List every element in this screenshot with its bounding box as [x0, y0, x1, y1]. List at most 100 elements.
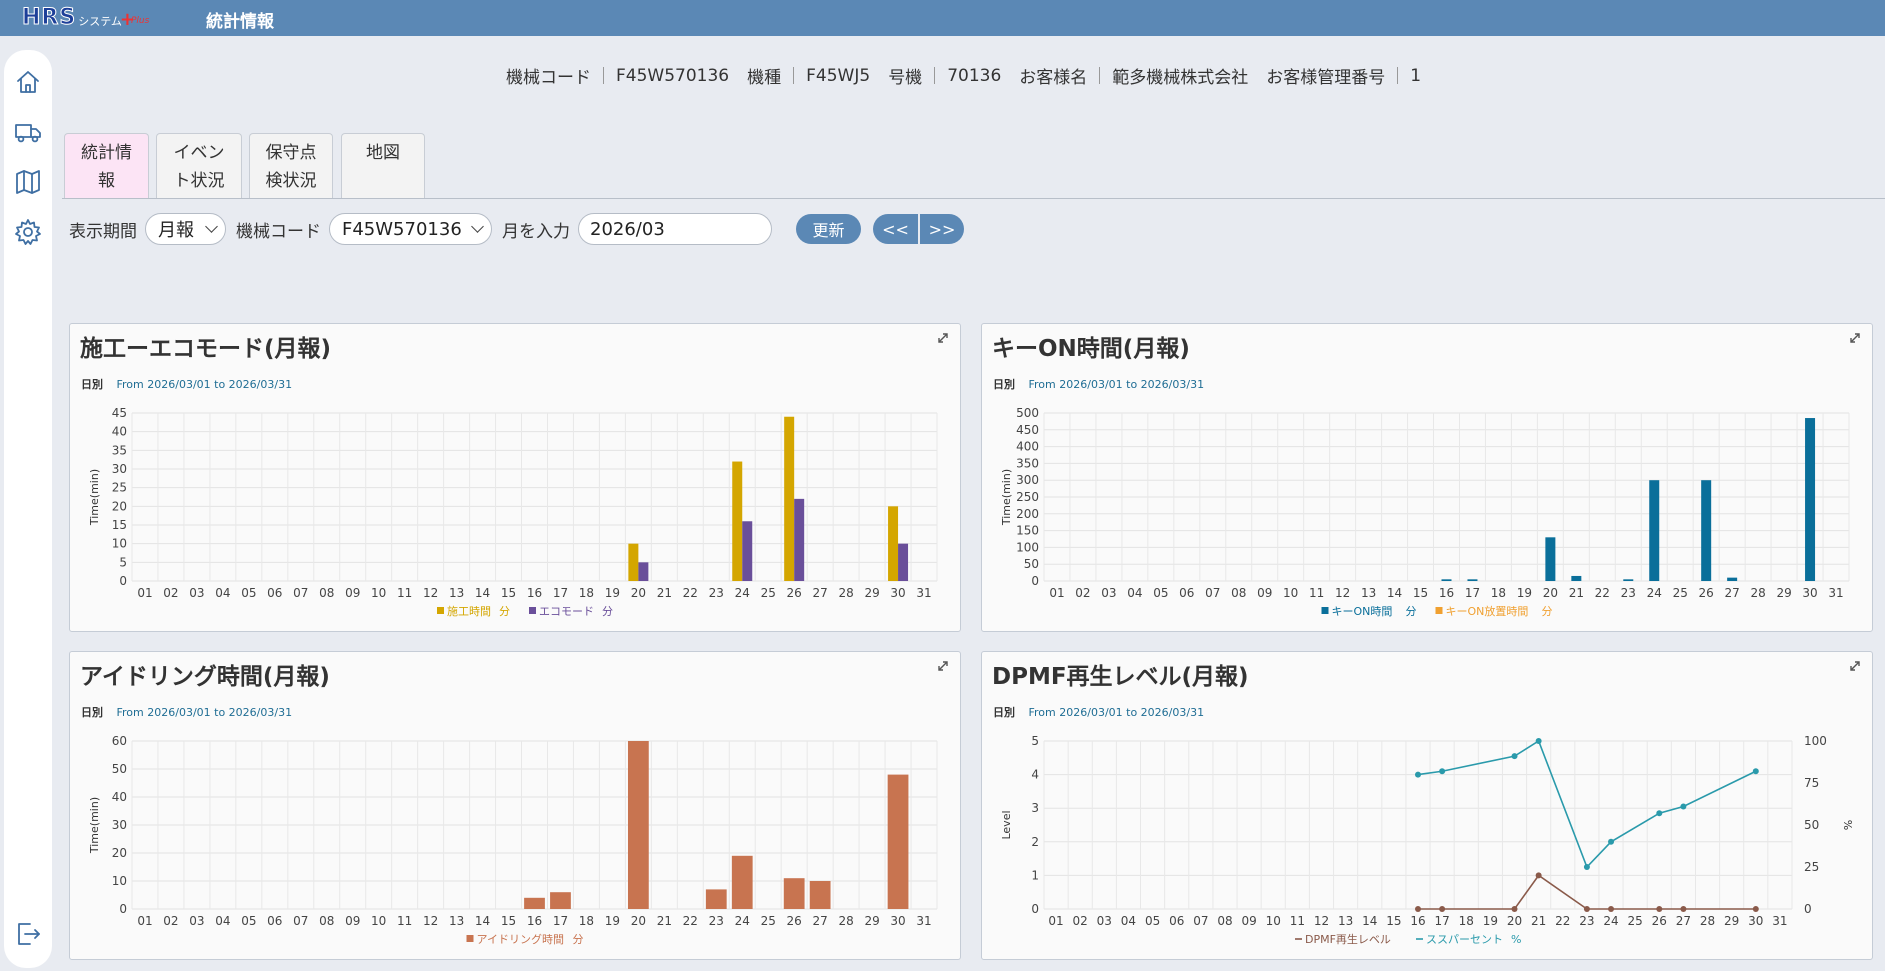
bar [705, 889, 727, 909]
x-tick-label: 01 [1049, 586, 1064, 600]
month-input[interactable]: 2026/03 [578, 213, 772, 245]
tab-maintenance[interactable]: 保守点 検状況 [249, 133, 333, 199]
bar [1701, 480, 1712, 581]
tab-label: ト状況 [173, 171, 225, 191]
y-tick-label: 50 [1024, 557, 1039, 571]
x-tick-label: 31 [1772, 914, 1787, 928]
y-tick-label: 0 [119, 902, 127, 916]
x-tick-label: 19 [605, 586, 620, 600]
x-tick-label: 14 [1387, 586, 1402, 600]
y-tick-label: 10 [112, 537, 127, 551]
y-tick-label: 5 [1031, 734, 1039, 748]
logo-plus-sub: Plus [130, 16, 150, 26]
sidebar [4, 50, 52, 968]
x-tick-label: 22 [683, 914, 698, 928]
prev-button[interactable]: << [873, 214, 918, 244]
x-tick-label: 12 [423, 914, 438, 928]
legend-label: エコモード [539, 605, 594, 618]
period-select[interactable]: 月報 [145, 213, 226, 245]
refresh-button[interactable]: 更新 [796, 214, 861, 244]
machine-code-label: 機械コード [506, 68, 591, 88]
x-tick-label: 13 [449, 914, 464, 928]
y-tick-label: 0 [1031, 902, 1039, 916]
tabs-underline [62, 198, 1885, 199]
chart-panel-key-on: キーON時間(月報) 日別 From 2026/03/01 to 2026/03… [981, 323, 1873, 632]
filter-controls: 表示期間 月報 機械コード F45W570136 月を入力 2026/03 更新… [69, 213, 964, 245]
x-tick-label: 25 [761, 914, 776, 928]
x-tick-label: 30 [890, 914, 905, 928]
truck-icon[interactable] [14, 118, 42, 146]
y-tick-label: 45 [112, 406, 127, 420]
x-tick-label: 30 [1748, 914, 1763, 928]
chart-panel-idling: アイドリング時間(月報) 日別 From 2026/03/01 to 2026/… [69, 651, 961, 960]
tab-label: 報 [98, 171, 115, 191]
x-tick-label: 03 [189, 586, 204, 600]
y2-tick-label: 75 [1804, 776, 1819, 790]
x-tick-label: 11 [397, 586, 412, 600]
x-tick-label: 23 [709, 586, 724, 600]
map-icon[interactable] [14, 168, 42, 196]
home-icon[interactable] [14, 68, 42, 96]
chart-panel-construction-eco: 施工ーエコモード(月報) 日別 From 2026/03/01 to 2026/… [69, 323, 961, 632]
x-tick-label: 28 [1750, 586, 1765, 600]
model-value: F45WJ5 [806, 65, 871, 86]
y-axis-label: Time(min) [88, 797, 101, 854]
legend-unit: 分 [1542, 605, 1553, 618]
bar [1649, 480, 1660, 581]
x-tick-label: 22 [1595, 586, 1610, 600]
app-logo: HRS システム + Plus [21, 5, 150, 30]
x-tick-label: 29 [1776, 586, 1791, 600]
data-point [1511, 906, 1518, 912]
customer-label: お客様名 [1019, 68, 1088, 88]
x-tick-label: 24 [735, 586, 750, 600]
bar [1545, 537, 1556, 581]
x-tick-label: 14 [1362, 914, 1377, 928]
chart-dpmf: 012345Level01 02 03 04 05 06 07 08 09 10 11 12 13 14 1… [1000, 734, 1854, 946]
tab-events[interactable]: イベン ト状況 [156, 133, 242, 199]
legend-swatch [1435, 607, 1443, 614]
separator [793, 67, 795, 84]
tab-map[interactable]: 地図 [341, 133, 425, 199]
x-tick-label: 26 [787, 914, 802, 928]
separator [603, 67, 604, 84]
machine-select[interactable]: F45W570136 [329, 213, 492, 245]
x-tick-label: 01 [1048, 914, 1063, 928]
x-tick-label: 05 [241, 586, 256, 600]
x-tick-label: 10 [371, 586, 386, 600]
x-tick-label: 10 [1266, 914, 1281, 928]
tab-statistics[interactable]: 統計情 報 [64, 133, 149, 199]
x-tick-label: 04 [1127, 586, 1142, 600]
logout-icon[interactable] [14, 920, 42, 948]
gear-icon[interactable] [14, 218, 42, 246]
data-point [1752, 768, 1759, 775]
x-tick-label: 09 [345, 586, 360, 600]
x-tick-label: 30 [1802, 586, 1817, 600]
y-tick-label: 300 [1016, 473, 1039, 487]
data-point [1535, 738, 1542, 744]
x-tick-label: 17 [1465, 586, 1480, 600]
x-tick-label: 06 [1179, 586, 1194, 600]
x-tick-label: 16 [1410, 914, 1425, 928]
x-tick-label: 19 [605, 914, 620, 928]
separator [1099, 67, 1101, 84]
y-tick-label: 60 [112, 734, 127, 748]
legend-swatch [529, 607, 536, 614]
x-tick-label: 26 [1652, 914, 1667, 928]
x-tick-label: 21 [1531, 914, 1546, 928]
top-bar: HRS システム + Plus 統計情報 [0, 0, 1885, 36]
bar [794, 498, 805, 581]
x-tick-label: 11 [397, 914, 412, 928]
legend-label: DPMF再生レベル [1305, 932, 1391, 946]
x-tick-label: 21 [657, 586, 672, 600]
bar [732, 461, 743, 581]
next-button[interactable]: >> [920, 214, 964, 244]
x-tick-label: 19 [1517, 586, 1532, 600]
data-point [1752, 906, 1759, 912]
x-tick-label: 27 [813, 586, 828, 600]
bar [742, 521, 753, 581]
x-tick-label: 16 [1439, 586, 1454, 600]
x-tick-label: 28 [838, 586, 853, 600]
y-tick-label: 35 [112, 443, 127, 457]
x-tick-label: 03 [1101, 586, 1116, 600]
series-line [1418, 874, 1756, 910]
